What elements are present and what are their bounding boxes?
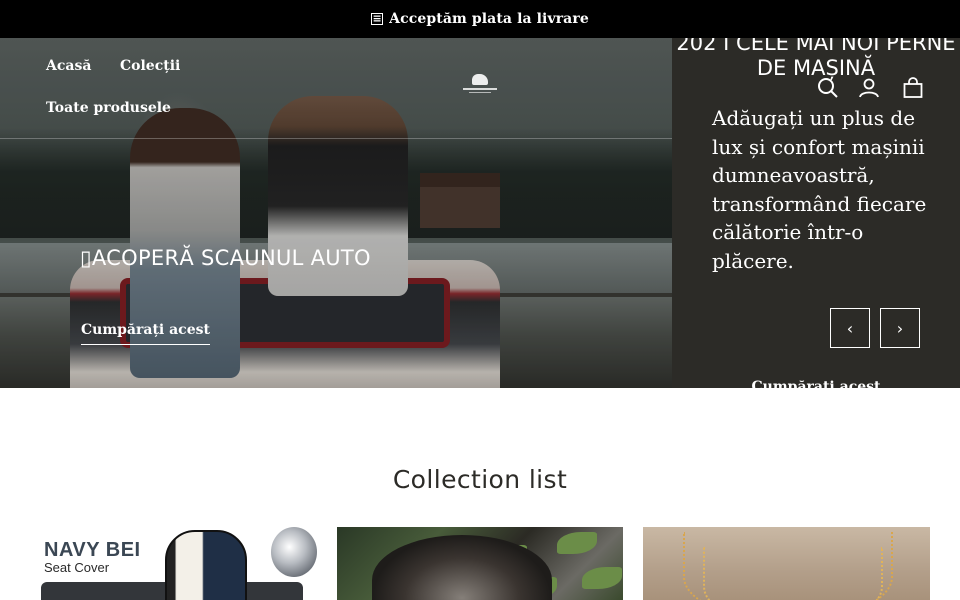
card-brand-text: NAVY BEI [44, 539, 141, 561]
side-slide-shop-button[interactable]: Cumpărați acest [672, 379, 960, 388]
search-icon[interactable] [816, 76, 840, 100]
collection-list-title: Collection list [392, 465, 568, 494]
account-icon[interactable] [857, 76, 881, 100]
nav-link-home[interactable]: Acasă [46, 58, 91, 74]
collection-card-seat-covers[interactable]: NAVY BEI Seat Cover [41, 527, 317, 600]
seat-cover-image [165, 530, 247, 600]
cash-icon: ≡ [371, 12, 384, 25]
chevron-right-icon: › [896, 318, 904, 338]
collection-card-jewelry[interactable] [643, 527, 930, 600]
hero-shop-button[interactable]: Cumpărați acest [81, 322, 210, 345]
prev-slide-button[interactable]: ‹ [830, 308, 870, 348]
next-slide-button[interactable]: › [880, 308, 920, 348]
nav-link-all-products[interactable]: Toate produsele [46, 100, 171, 116]
collection-card-portrait[interactable] [337, 527, 623, 600]
brand-logo[interactable] [463, 74, 497, 96]
card-sub-text: Seat Cover [44, 560, 110, 575]
announcement-bar: ≡ Acceptăm plata la livrare [0, 0, 960, 38]
header-nav: Acasă Colecții Toate produsele [0, 38, 960, 139]
chevron-left-icon: ‹ [846, 318, 854, 338]
nav-divider [0, 138, 672, 139]
announcement-text: Acceptăm plata la livrare [389, 11, 589, 27]
hero-title: ▯ACOPERĂ SCAUNUL AUTO [80, 246, 371, 270]
nav-link-collections[interactable]: Colecții [120, 58, 180, 74]
cart-icon[interactable] [901, 76, 925, 100]
